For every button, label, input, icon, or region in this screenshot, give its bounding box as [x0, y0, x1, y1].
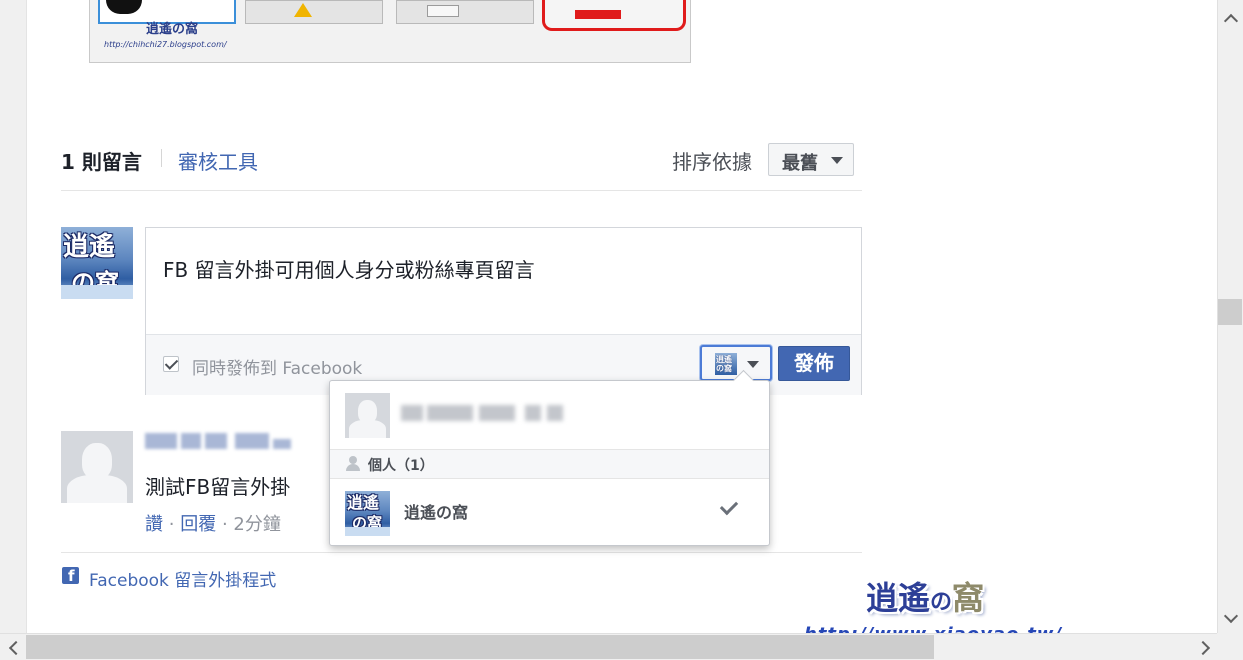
identity-option-page[interactable]: 逍遙 の窩 逍遙の窩: [330, 478, 769, 545]
section-header-personal: 個人（1）: [330, 449, 769, 479]
page-avatar: 逍遙 の窩: [345, 491, 390, 536]
sort-value: 最舊: [782, 153, 818, 174]
comment-actions: 讚 · 回覆 · 2分鐘: [145, 510, 281, 536]
checkmark-icon: [719, 496, 739, 516]
sort-select[interactable]: 最舊: [768, 143, 854, 176]
comment-time[interactable]: 2分鐘: [233, 514, 280, 535]
page-avatar-mini: 逍遙の窩: [715, 353, 737, 375]
page-avatar: 逍遙 の窩: [61, 227, 133, 299]
section-label: 個人（1）: [368, 458, 434, 474]
watermark-logo: 逍遙の窩: [866, 579, 985, 617]
avatar-text: 逍遙: [63, 232, 116, 262]
thumb-tile: [245, 0, 383, 24]
separator-dot: ·: [221, 514, 228, 535]
user-avatar: [345, 393, 390, 438]
horizontal-scroll-thumb[interactable]: [26, 635, 934, 659]
scroll-right-icon[interactable]: [1193, 636, 1217, 658]
right-margin: [877, 0, 1217, 633]
checkbox-icon: [164, 356, 179, 370]
personal-name-blurred: [401, 405, 564, 421]
vertical-scroll-thumb[interactable]: [1218, 299, 1242, 325]
moderation-tools-link[interactable]: 審核工具: [178, 146, 258, 175]
separator-dot: ·: [168, 514, 175, 535]
thumb-tile-highlighted: [542, 0, 686, 31]
chevron-down-icon: [747, 361, 759, 368]
page-name: 逍遙の窩: [404, 503, 469, 522]
person-icon: [346, 456, 360, 471]
facebook-plugin-link[interactable]: Facebook 留言外掛程式: [89, 566, 276, 591]
comment-composer[interactable]: FB 留言外掛可用個人身分或粉絲專頁留言 同時發佈到 Facebook 逍遙の窩…: [145, 227, 862, 395]
like-link[interactable]: 讚: [145, 514, 163, 535]
comment-count: 1 則留言: [61, 150, 142, 174]
thumb-url: http://chihchi27.blogspot.com/: [104, 40, 227, 49]
share-label: 同時發佈到 Facebook: [192, 359, 363, 379]
identity-option-personal[interactable]: [330, 381, 769, 449]
divider: [61, 190, 862, 191]
thumb-tile: [396, 0, 534, 24]
divider: [61, 552, 862, 553]
comment-input[interactable]: FB 留言外掛可用個人身分或粉絲專頁留言: [163, 254, 535, 283]
scroll-down-icon[interactable]: [1218, 608, 1242, 630]
user-avatar[interactable]: [61, 431, 133, 503]
identity-dropdown: 個人（1） 逍遙 の窩 逍遙の窩: [329, 369, 770, 546]
thumb-logo: 逍遙の窩: [146, 22, 199, 37]
comment-author-name[interactable]: [145, 433, 293, 449]
article-image: 逍遙の窩 http://chihchi27.blogspot.com/: [89, 0, 691, 63]
facebook-icon[interactable]: f: [62, 567, 79, 585]
share-checkbox[interactable]: [163, 356, 179, 372]
header-divider: [161, 149, 162, 167]
post-button[interactable]: 發佈: [778, 346, 850, 381]
comment-text: 測試FB留言外掛: [145, 475, 291, 499]
window-left-margin: [0, 0, 27, 633]
scroll-left-icon[interactable]: [2, 636, 26, 658]
scrollbar-corner: [1217, 633, 1243, 659]
reply-link[interactable]: 回覆: [180, 514, 216, 535]
chevron-down-icon: [831, 157, 843, 164]
sort-label: 排序依據: [672, 150, 752, 174]
scroll-up-icon[interactable]: [1218, 7, 1242, 29]
